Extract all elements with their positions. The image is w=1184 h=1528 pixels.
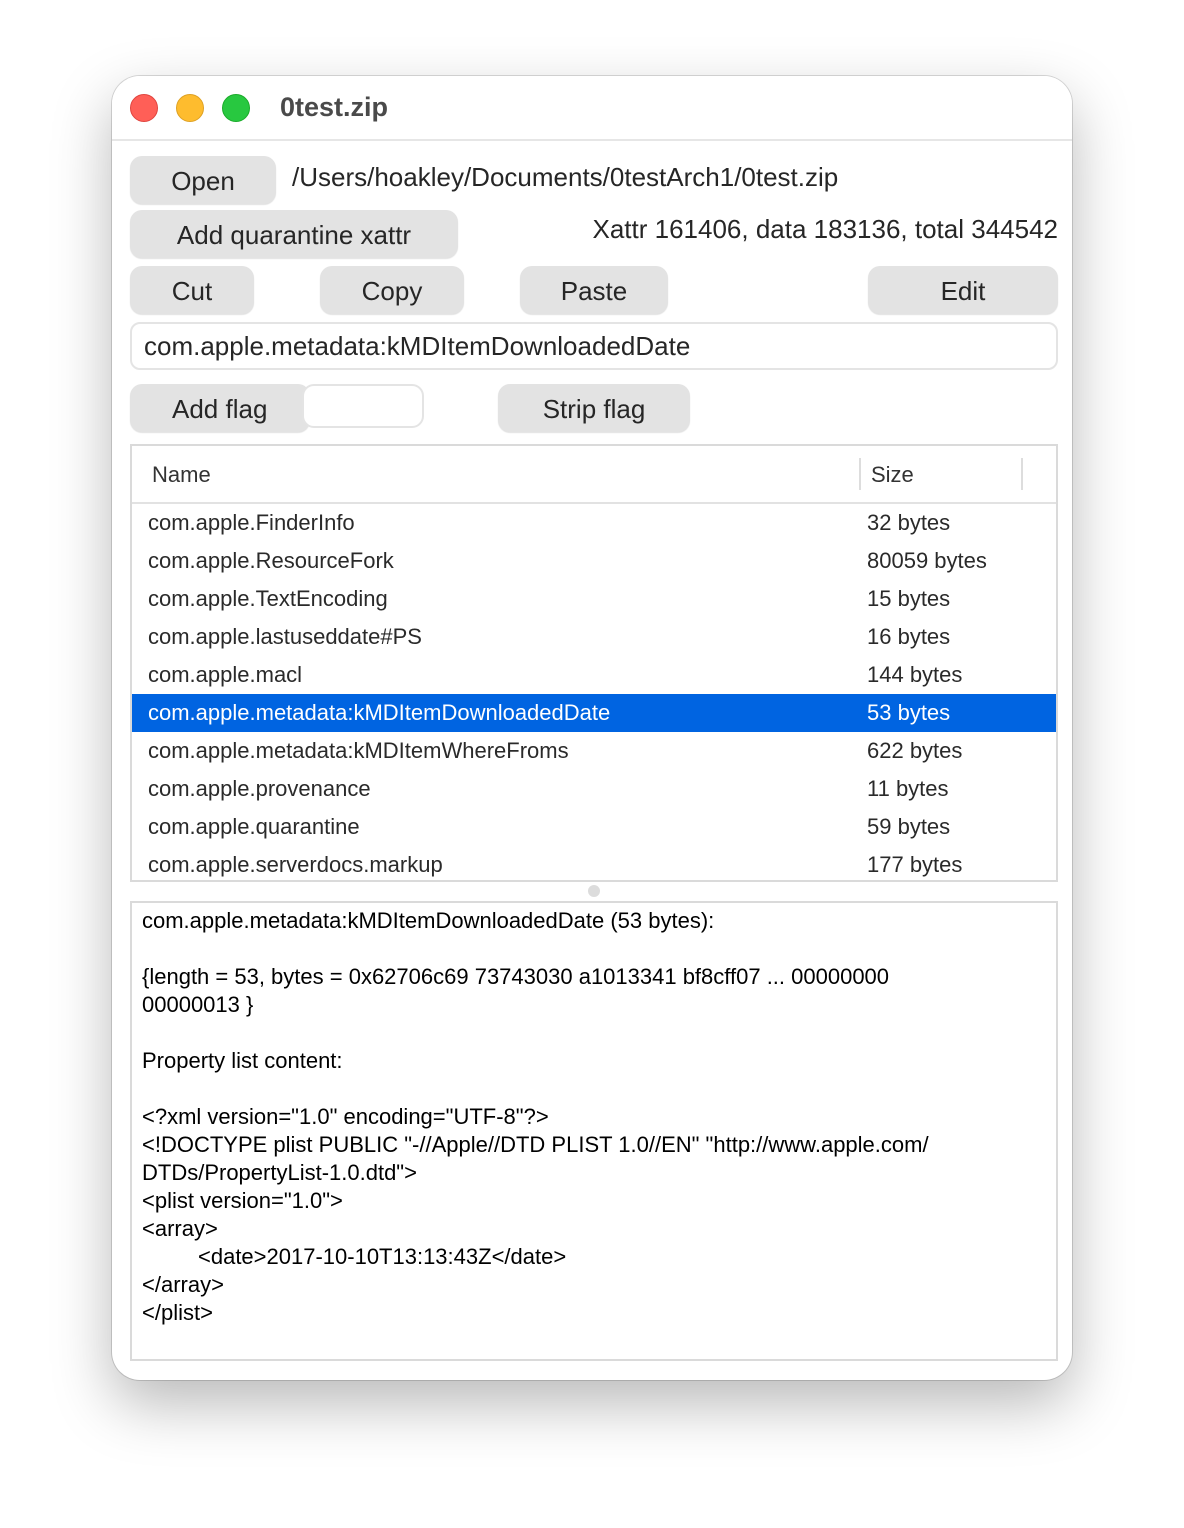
xattr-size-cell: 144 bytes bbox=[867, 662, 963, 687]
xattr-name-cell: com.apple.ResourceFork bbox=[148, 548, 394, 573]
detail-text-line: <date>2017-10-10T13:13:43Z</date> bbox=[198, 1244, 567, 1269]
xattr-size-cell: 53 bytes bbox=[867, 700, 951, 725]
xattr-name-cell: com.apple.quarantine bbox=[148, 814, 360, 839]
xattr-name-cell: com.apple.TextEncoding bbox=[148, 586, 388, 611]
table-row[interactable]: com.apple.TextEncoding 15 bytes bbox=[132, 580, 1056, 618]
xattr-name-cell: com.apple.metadata:kMDItemWhereFroms bbox=[148, 738, 569, 763]
flag-field[interactable] bbox=[302, 384, 424, 428]
totals-label: Xattr 161406, data 183136, total 344542 bbox=[592, 214, 1059, 244]
xattr-name-cell: com.apple.lastuseddate#PS bbox=[148, 624, 422, 649]
table-row[interactable]: com.apple.ResourceFork 80059 bytes bbox=[132, 542, 1056, 580]
detail-text-line: <array> bbox=[142, 1216, 218, 1241]
strip-flag-button[interactable]: Strip flag bbox=[498, 384, 690, 432]
add-quarantine-xattr-button[interactable]: Add quarantine xattr bbox=[130, 210, 458, 258]
xattr-name-cell: com.apple.serverdocs.markup bbox=[148, 852, 443, 877]
xattr-size-cell: 15 bytes bbox=[867, 586, 951, 611]
edit-button[interactable]: Edit bbox=[868, 266, 1058, 314]
detail-text-line: DTDs/PropertyList-1.0.dtd"> bbox=[142, 1160, 417, 1185]
add-flag-button[interactable]: Add flag bbox=[130, 384, 310, 432]
xattr-size-cell: 177 bytes bbox=[867, 852, 963, 877]
column-header-size[interactable]: Size bbox=[871, 462, 914, 488]
close-window-button[interactable] bbox=[130, 94, 158, 122]
detail-text-line bbox=[142, 1075, 1046, 1103]
column-separator[interactable] bbox=[859, 458, 861, 490]
detail-text-line: <plist version="1.0"> bbox=[142, 1188, 343, 1213]
xattr-detail-text-view[interactable]: com.apple.metadata:kMDItemDownloadedDate… bbox=[130, 901, 1058, 1361]
xattr-size-cell: 622 bytes bbox=[867, 738, 963, 763]
xattr-table[interactable]: Name Size com.apple.FinderInfo 32 bytes co… bbox=[130, 444, 1058, 882]
open-button[interactable]: Open bbox=[130, 156, 276, 204]
detail-text-line: <!DOCTYPE plist PUBLIC "-//Apple//DTD PL… bbox=[142, 1132, 929, 1157]
cut-button[interactable]: Cut bbox=[130, 266, 254, 314]
title-bar[interactable]: 0test.zip bbox=[112, 76, 1072, 141]
detail-text-line: </array> bbox=[142, 1272, 224, 1297]
detail-text-line: com.apple.metadata:kMDItemDownloadedDate… bbox=[142, 908, 715, 933]
table-row[interactable]: com.apple.serverdocs.markup 177 bytes bbox=[132, 846, 1056, 880]
xattr-name-cell: com.apple.metadata:kMDItemDownloadedDate bbox=[148, 700, 611, 725]
table-row[interactable]: com.apple.lastuseddate#PS 16 bytes bbox=[132, 618, 1056, 656]
xattr-name-cell: com.apple.provenance bbox=[148, 776, 371, 801]
table-row[interactable]: com.apple.provenance 11 bytes bbox=[132, 770, 1056, 808]
xattr-size-cell: 80059 bytes bbox=[867, 548, 987, 573]
xattr-name-field[interactable]: com.apple.metadata:kMDItemDownloadedDate bbox=[130, 322, 1058, 370]
detail-text-line: {length = 53, bytes = 0x62706c69 7374303… bbox=[142, 964, 890, 989]
split-view-divider-handle[interactable] bbox=[588, 885, 600, 897]
window-title: 0test.zip bbox=[280, 92, 389, 122]
file-path-label: /Users/hoakley/Documents/0testArch1/0tes… bbox=[292, 162, 839, 192]
table-body: com.apple.FinderInfo 32 bytes com.apple.Re… bbox=[132, 504, 1056, 880]
copy-button[interactable]: Copy bbox=[320, 266, 464, 314]
xattr-name-cell: com.apple.FinderInfo bbox=[148, 510, 355, 535]
app-window: 0test.zip Open /Users/hoakley/Documents/… bbox=[112, 76, 1072, 1380]
minimize-window-button[interactable] bbox=[176, 94, 204, 122]
detail-text-line: 00000013 } bbox=[142, 992, 254, 1017]
column-separator[interactable] bbox=[1021, 458, 1023, 490]
xattr-size-cell: 11 bytes bbox=[867, 776, 949, 801]
table-row[interactable]: com.apple.metadata:kMDItemDownloadedDate… bbox=[132, 694, 1056, 732]
detail-text-line bbox=[142, 935, 1046, 963]
table-row[interactable]: com.apple.metadata:kMDItemWhereFroms 622 … bbox=[132, 732, 1056, 770]
paste-button[interactable]: Paste bbox=[520, 266, 668, 314]
table-row[interactable]: com.apple.quarantine 59 bytes bbox=[132, 808, 1056, 846]
xattr-size-cell: 59 bytes bbox=[867, 814, 951, 839]
xattr-size-cell: 16 bytes bbox=[867, 624, 951, 649]
zoom-window-button[interactable] bbox=[222, 94, 250, 122]
xattr-size-cell: 32 bytes bbox=[867, 510, 951, 535]
detail-text-line: </plist> bbox=[142, 1300, 213, 1325]
table-row[interactable]: com.apple.FinderInfo 32 bytes bbox=[132, 504, 1056, 542]
xattr-name-cell: com.apple.macl bbox=[148, 662, 303, 687]
table-header: Name Size bbox=[132, 446, 1056, 504]
column-header-name[interactable]: Name bbox=[152, 462, 211, 488]
table-row[interactable]: com.apple.macl 144 bytes bbox=[132, 656, 1056, 694]
detail-text-line: Property list content: bbox=[142, 1048, 343, 1073]
detail-text-line bbox=[142, 1019, 1046, 1047]
detail-text-line: <?xml version="1.0" encoding="UTF-8"?> bbox=[142, 1104, 549, 1129]
